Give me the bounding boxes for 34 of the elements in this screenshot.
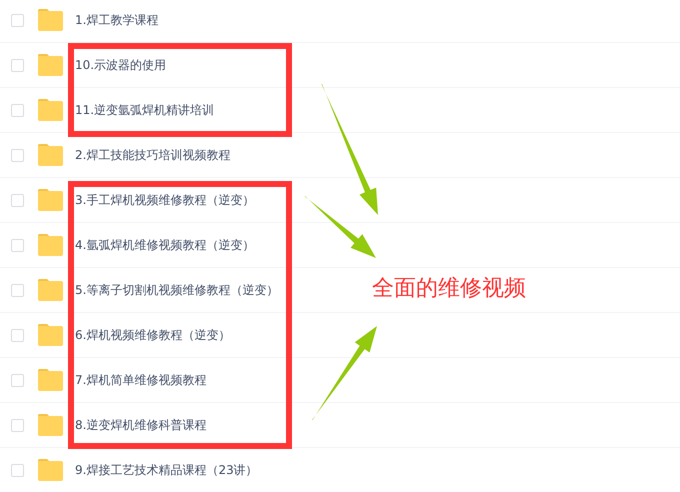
checkbox[interactable] <box>11 194 24 206</box>
checkbox[interactable] <box>11 464 24 476</box>
folder-icon <box>37 54 64 76</box>
folder-icon <box>37 9 64 31</box>
folder-name[interactable]: 4.氩弧焊机维修视频教程（逆变） <box>75 236 254 254</box>
folder-name[interactable]: 6.焊机视频维修教程（逆变） <box>75 326 230 344</box>
checkbox[interactable] <box>11 284 24 296</box>
checkbox[interactable] <box>11 148 24 162</box>
folder-name[interactable]: 7.焊机简单维修视频教程 <box>75 372 206 388</box>
folder-name[interactable]: 1.焊工教学课程 <box>75 12 158 28</box>
folder-name[interactable]: 9.焊接工艺技术精品课程（23讲） <box>75 462 258 478</box>
checkbox[interactable] <box>11 374 24 386</box>
folder-name[interactable]: 2.焊工技能技巧培训视频教程 <box>75 146 230 164</box>
folder-icon <box>37 414 64 436</box>
folder-icon <box>37 99 64 121</box>
folder-icon <box>37 234 64 256</box>
folder-icon <box>37 279 64 301</box>
folder-name[interactable]: 10.示波器的使用 <box>75 56 166 74</box>
checkbox[interactable] <box>11 14 24 26</box>
checkbox[interactable] <box>11 104 24 116</box>
folder-icon <box>37 369 64 391</box>
folder-name[interactable]: 5.等离子切割机视频维修教程（逆变） <box>75 282 278 298</box>
folder-icon <box>37 144 64 166</box>
folder-icon <box>37 459 64 481</box>
folder-icon <box>37 324 64 346</box>
checkbox[interactable] <box>11 418 24 432</box>
folder-name[interactable]: 8.逆变焊机维修科普课程 <box>75 416 206 434</box>
callout-text: 全面的维修视频 <box>372 275 526 303</box>
folder-name[interactable]: 3.手工焊机视频维修教程（逆变） <box>75 192 254 208</box>
folder-name[interactable]: 11.逆变氩弧焊机精讲培训 <box>75 102 214 118</box>
folder-icon <box>37 189 64 211</box>
checkbox[interactable] <box>11 328 24 342</box>
checkbox[interactable] <box>11 58 24 72</box>
checkbox[interactable] <box>11 238 24 252</box>
